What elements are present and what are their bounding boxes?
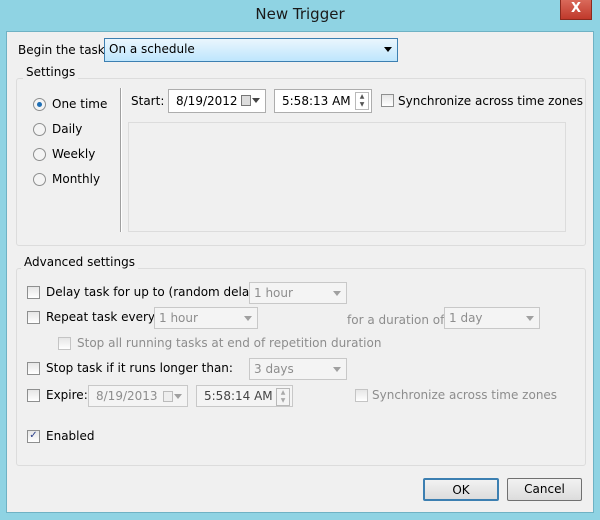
expire-time-value: 5:58:14 AM: [204, 389, 273, 403]
chevron-down-icon: [333, 291, 341, 296]
chevron-down-icon: [174, 394, 182, 399]
enabled-label[interactable]: Enabled: [46, 429, 95, 443]
repeat-dropdown[interactable]: 1 hour: [154, 307, 258, 329]
expire-time-field[interactable]: 5:58:14 AM ▲ ▼: [196, 385, 293, 407]
radio-monthly[interactable]: [33, 173, 46, 186]
enabled-checkbox[interactable]: ✓: [27, 430, 40, 443]
stop-checkbox[interactable]: [27, 362, 40, 375]
duration-value: 1 day: [449, 311, 483, 325]
time-spinner[interactable]: ▲ ▼: [276, 388, 290, 406]
sync-label[interactable]: Synchronize across time zones: [398, 94, 583, 108]
ok-button[interactable]: OK: [423, 478, 499, 501]
delay-value: 1 hour: [254, 286, 293, 300]
radio-daily[interactable]: [33, 123, 46, 136]
chevron-down-icon: [333, 367, 341, 372]
begin-task-label: Begin the task:: [18, 43, 109, 57]
stop-all-label: Stop all running tasks at end of repetit…: [77, 336, 382, 350]
radio-one-time-label[interactable]: One time: [52, 97, 107, 111]
calendar-icon: [163, 391, 173, 402]
delay-checkbox[interactable]: [27, 286, 40, 299]
start-date-value: 8/19/2012: [176, 94, 238, 108]
delay-dropdown[interactable]: 1 hour: [249, 282, 347, 304]
chevron-down-icon: [252, 98, 260, 103]
duration-dropdown[interactable]: 1 day: [444, 307, 540, 329]
radio-weekly-label[interactable]: Weekly: [52, 147, 95, 161]
schedule-details-panel: [128, 122, 566, 232]
expire-date-value: 8/19/2013: [96, 389, 158, 403]
start-date-picker[interactable]: 8/19/2012: [168, 89, 266, 113]
time-spinner[interactable]: ▲ ▼: [355, 92, 369, 110]
stop-all-checkbox[interactable]: [58, 337, 71, 350]
delay-label[interactable]: Delay task for up to (random delay):: [46, 285, 265, 299]
chevron-down-icon: [526, 316, 534, 321]
calendar-icon: [241, 95, 251, 106]
begin-task-value: On a schedule: [109, 42, 195, 56]
expire-date-picker[interactable]: 8/19/2013: [88, 385, 188, 407]
settings-divider: [120, 88, 122, 232]
begin-task-dropdown[interactable]: On a schedule: [104, 38, 398, 62]
stop-dropdown[interactable]: 3 days: [249, 358, 347, 380]
window-title: New Trigger: [255, 5, 345, 23]
expire-label[interactable]: Expire:: [46, 388, 88, 402]
expire-checkbox[interactable]: [27, 389, 40, 402]
close-button[interactable]: X: [560, 0, 592, 20]
repeat-label[interactable]: Repeat task every:: [46, 310, 158, 324]
repeat-value: 1 hour: [159, 311, 198, 325]
chevron-down-icon: [384, 47, 392, 52]
expire-sync-label: Synchronize across time zones: [372, 388, 558, 402]
start-time-field[interactable]: 5:58:13 AM ▲ ▼: [274, 89, 372, 113]
expire-sync-checkbox[interactable]: [355, 389, 368, 402]
radio-monthly-label[interactable]: Monthly: [52, 172, 100, 186]
stop-value: 3 days: [254, 362, 294, 376]
radio-weekly[interactable]: [33, 148, 46, 161]
stop-label[interactable]: Stop task if it runs longer than:: [46, 361, 233, 375]
cancel-button[interactable]: Cancel: [507, 478, 582, 501]
advanced-settings-label: Advanced settings: [21, 255, 138, 269]
duration-label: for a duration of:: [347, 313, 448, 327]
start-label: Start:: [131, 94, 165, 108]
radio-daily-label[interactable]: Daily: [52, 122, 82, 136]
start-time-value: 5:58:13 AM: [282, 94, 351, 108]
repeat-checkbox[interactable]: [27, 311, 40, 324]
settings-label: Settings: [23, 65, 79, 79]
chevron-down-icon: [244, 316, 252, 321]
sync-checkbox[interactable]: [381, 94, 394, 107]
radio-one-time[interactable]: [33, 98, 46, 111]
